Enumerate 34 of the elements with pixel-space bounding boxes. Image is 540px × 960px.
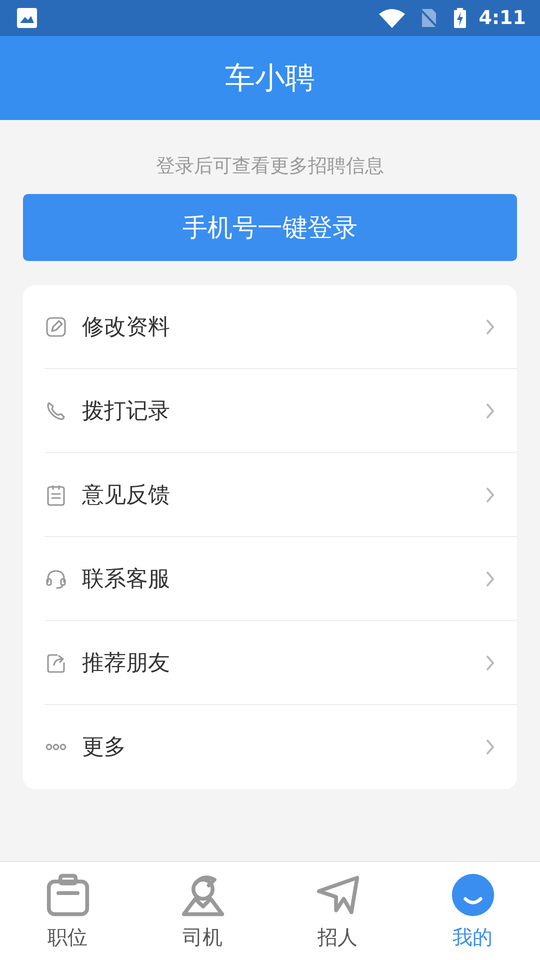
briefcase-icon: [44, 872, 90, 918]
menu-item[interactable]: 推荐朋友: [45, 621, 517, 705]
menu-item[interactable]: 意见反馈: [45, 453, 517, 537]
nav-tab[interactable]: 职位: [0, 862, 135, 960]
chevron-right-icon: [485, 318, 495, 336]
menu-label: 意见反馈: [82, 482, 171, 510]
menu-label: 更多: [82, 734, 127, 762]
menu-item[interactable]: 修改资料: [45, 285, 517, 369]
menu-label: 联系客服: [82, 566, 171, 594]
chevron-right-icon: [485, 402, 495, 420]
share-icon: [45, 652, 67, 674]
menu-label: 拨打记录: [82, 398, 171, 426]
menu-item[interactable]: 更多: [45, 705, 517, 789]
image-icon: [17, 8, 37, 28]
chevron-right-icon: [485, 486, 495, 504]
login-hint: 登录后可查看更多招聘信息: [155, 154, 385, 179]
battery-charging-icon: [452, 8, 467, 28]
menu-label: 推荐朋友: [82, 650, 171, 678]
edit-icon: [45, 316, 67, 338]
menu-label: 修改资料: [82, 314, 171, 342]
app-title: 车小聘: [225, 60, 315, 98]
phone-icon: [45, 400, 67, 422]
wifi-icon: [378, 8, 405, 28]
clipboard-icon: [45, 484, 67, 506]
chevron-right-icon: [485, 654, 495, 672]
menu-item[interactable]: 拨打记录: [45, 369, 517, 453]
chevron-right-icon: [485, 570, 495, 588]
nav-tab[interactable]: 司机: [135, 862, 270, 960]
smile-icon: [450, 872, 496, 918]
clock: 4:11: [478, 7, 526, 29]
nav-tab[interactable]: 招人: [270, 862, 405, 960]
menu-item[interactable]: 联系客服: [45, 537, 517, 621]
chevron-right-icon: [485, 738, 495, 756]
headset-icon: [45, 568, 67, 590]
